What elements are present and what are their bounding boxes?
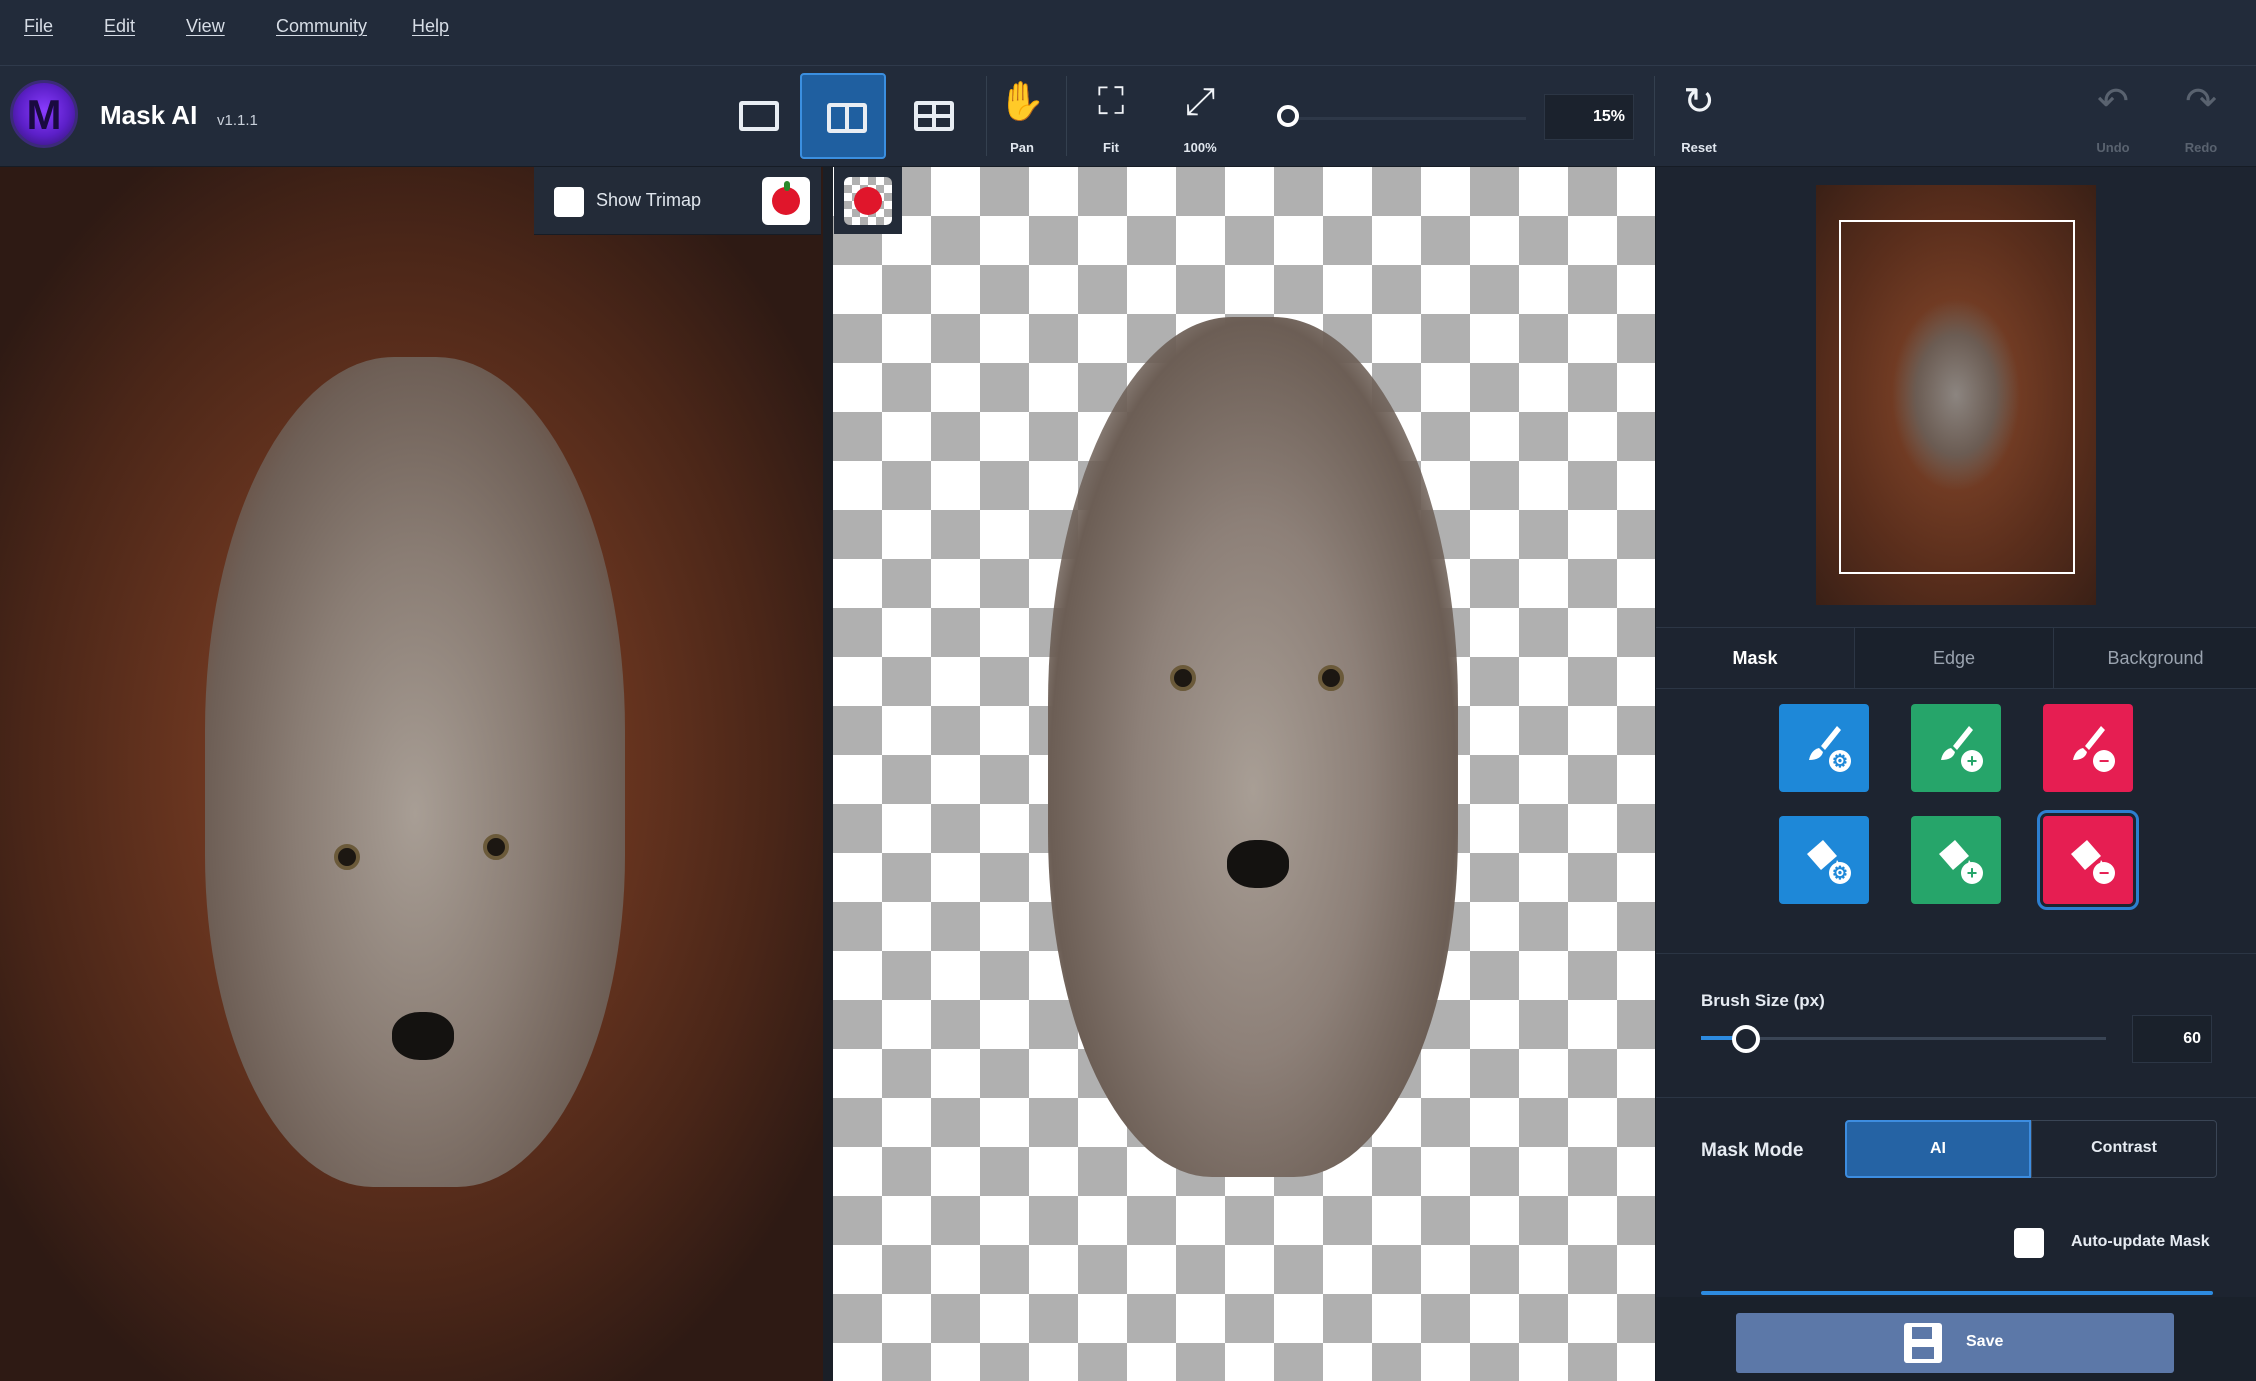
redo-label: Redo [2184, 140, 2218, 155]
toolbar-separator [1654, 76, 1655, 156]
section-separator [1656, 1097, 2256, 1098]
brush-size-label: Brush Size (px) [1701, 991, 1825, 1010]
cut-fill-button[interactable]: − [2037, 810, 2139, 910]
apple-leaf-icon [784, 181, 790, 191]
keep-fill-button[interactable]: + [1911, 816, 2001, 904]
gear-icon: ⚙ [1829, 862, 1851, 884]
zoom-slider-thumb[interactable] [1277, 105, 1299, 127]
app-title: Mask AI [100, 100, 198, 130]
progress-bar [1701, 1291, 2213, 1295]
trimap-bar: Show Trimap [534, 167, 821, 235]
menu-view[interactable]: View [186, 16, 225, 37]
undo-label: Undo [2096, 140, 2130, 155]
compute-fill-button[interactable]: ⚙ [1779, 816, 1869, 904]
apple-icon [854, 187, 882, 215]
original-preview-button[interactable] [762, 177, 810, 225]
transparency-icon [844, 177, 892, 225]
keep-brush-button[interactable]: + [1911, 704, 2001, 792]
logo-letter: M [26, 91, 62, 138]
save-area: Save [1656, 1297, 2256, 1381]
cut-brush-button[interactable]: − [2043, 704, 2133, 792]
minus-icon: − [2093, 750, 2115, 772]
dog-eye-right [483, 834, 509, 860]
mask-mode-label: Mask Mode [1701, 1140, 1804, 1161]
expand-icon: ⤢ [1184, 81, 1216, 123]
floppy-disk-icon [1904, 1323, 1942, 1363]
single-view-icon [739, 101, 779, 131]
plus-icon: + [1961, 862, 1983, 884]
dog-eye-left [334, 844, 360, 870]
dog-cutout [1048, 317, 1458, 1177]
auto-update-mask-checkbox[interactable] [2014, 1228, 2044, 1258]
section-separator [1656, 953, 2256, 954]
auto-update-mask-label: Auto-update Mask [2071, 1233, 2210, 1250]
dog-eye-left [1170, 665, 1196, 691]
dog-nose [392, 1012, 454, 1060]
minus-icon: − [2093, 862, 2115, 884]
reset-label: Reset [1681, 140, 1717, 155]
tab-mask[interactable]: Mask [1656, 628, 1855, 688]
grid-view-button[interactable] [889, 73, 975, 159]
brush-size-input[interactable]: 60 [2132, 1015, 2212, 1063]
gear-icon: ⚙ [1829, 750, 1851, 772]
reset-button[interactable]: ↻ Reset [1664, 76, 1734, 160]
panel-tabs: Mask Edge Background [1656, 627, 2256, 689]
single-view-button[interactable] [714, 73, 800, 159]
dog-original [205, 357, 625, 1187]
app-logo: M [10, 80, 78, 148]
plus-icon: + [1961, 750, 1983, 772]
split-divider[interactable] [823, 167, 833, 1381]
menu-file[interactable]: File [24, 16, 53, 37]
grid-view-icon [914, 101, 954, 131]
undo-icon: ↶ [2097, 81, 2129, 123]
tab-background[interactable]: Background [2054, 628, 2256, 688]
redo-button[interactable]: ↷ Redo [2166, 76, 2236, 160]
zoom-slider-track[interactable] [1290, 117, 1526, 120]
tab-edge[interactable]: Edge [1855, 628, 2054, 688]
toolbar: M Mask AI v1.1.1 ✋ Pan ⛶ Fit ⤢ 100% 15% … [0, 66, 2256, 167]
menu-bar: File Edit View Community Help [0, 0, 2256, 66]
navigator-viewport-frame[interactable] [1839, 220, 2075, 574]
apple-icon [772, 187, 800, 215]
transparent-preview-button[interactable] [834, 167, 902, 234]
save-button[interactable]: Save [1736, 1313, 2174, 1373]
menu-edit[interactable]: Edit [104, 16, 135, 37]
menu-community[interactable]: Community [276, 16, 367, 37]
right-panel: Mask Edge Background ⚙ + − ⚙ + − Brush S… [1655, 167, 2256, 1381]
undo-button[interactable]: ↶ Undo [2078, 76, 2148, 160]
pan-tool[interactable]: ✋ Pan [987, 76, 1057, 160]
fit-screen-icon: ⛶ [1097, 81, 1125, 123]
toolbar-separator [1066, 76, 1067, 156]
dog-eye-right [1318, 665, 1344, 691]
app-version: v1.1.1 [217, 112, 258, 129]
mask-mode-ai-button[interactable]: AI [1845, 1120, 2031, 1178]
navigator-thumbnail[interactable] [1816, 185, 2096, 605]
zoom-input[interactable]: 15% [1544, 94, 1634, 140]
hand-icon: ✋ [998, 81, 1046, 123]
mask-mode-contrast-button[interactable]: Contrast [2031, 1120, 2217, 1178]
redo-icon: ↷ [2185, 81, 2217, 123]
compute-brush-button[interactable]: ⚙ [1779, 704, 1869, 792]
pan-label: Pan [1010, 140, 1034, 155]
brush-size-slider-thumb[interactable] [1731, 1025, 1760, 1053]
original-image-canvas[interactable] [0, 167, 823, 1381]
show-trimap-checkbox[interactable] [554, 187, 584, 217]
menu-help[interactable]: Help [412, 16, 449, 37]
brush-size-slider-track[interactable] [1701, 1037, 2106, 1040]
split-view-button[interactable] [800, 73, 886, 159]
dog-nose [1227, 840, 1289, 888]
mask-preview-canvas[interactable] [833, 167, 1655, 1381]
fit-tool[interactable]: ⛶ Fit [1076, 76, 1146, 160]
zoom-100-tool[interactable]: ⤢ 100% [1165, 76, 1235, 160]
fit-label: Fit [1103, 140, 1119, 155]
show-trimap-label: Show Trimap [596, 190, 702, 210]
zoom-100-label: 100% [1183, 140, 1217, 155]
split-view-icon [827, 103, 867, 133]
save-label: Save [1966, 1333, 2004, 1350]
reset-icon: ↻ [1683, 81, 1715, 123]
